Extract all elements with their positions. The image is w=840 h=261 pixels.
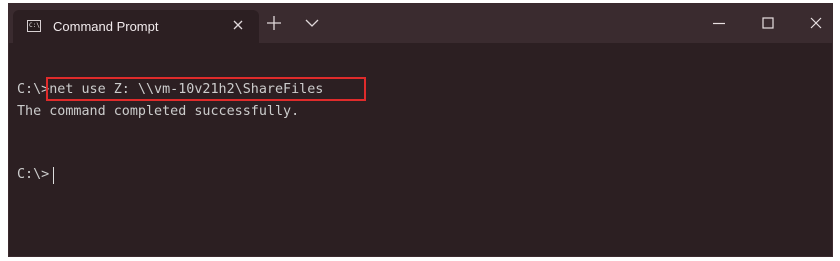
chevron-down-icon[interactable]: [302, 13, 322, 33]
command-highlight-box: [46, 77, 366, 101]
plus-icon[interactable]: [264, 13, 284, 33]
terminal-output[interactable]: C:\>net use Z: \\vm-10v21h2\ShareFiles T…: [9, 43, 832, 256]
close-icon[interactable]: [806, 13, 826, 33]
current-prompt: C:\>: [17, 167, 50, 182]
title-bar[interactable]: C:\ Command Prompt: [9, 4, 832, 43]
minimize-icon[interactable]: [709, 13, 729, 33]
close-tab-icon[interactable]: [229, 16, 247, 34]
command-prompt-icon: C:\: [27, 20, 41, 32]
tab-command-prompt[interactable]: C:\ Command Prompt: [13, 10, 259, 43]
prompt: C:\>: [17, 82, 50, 97]
terminal-window: C:\ Command Prompt C:\>net use Z: \\vm-1…: [8, 3, 833, 257]
tab-title: Command Prompt: [53, 19, 159, 34]
text-cursor: [53, 167, 54, 184]
command-output: The command completed successfully.: [17, 104, 300, 119]
maximize-icon[interactable]: [758, 13, 778, 33]
